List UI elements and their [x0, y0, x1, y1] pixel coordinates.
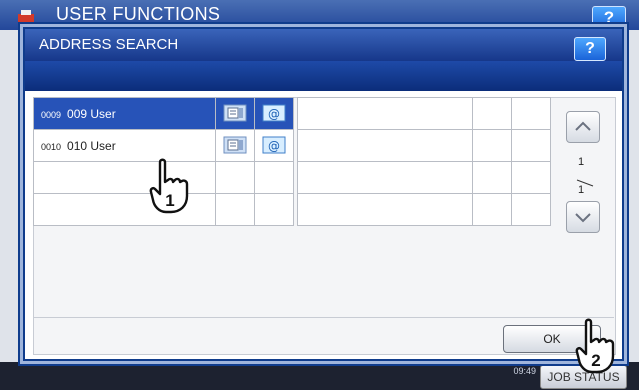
list-row [297, 129, 551, 162]
scroll-up-button[interactable] [566, 111, 600, 143]
fax-cell[interactable] [215, 161, 255, 194]
svg-text:@: @ [268, 139, 280, 153]
result-name-cell[interactable]: 0009 009 User [33, 97, 216, 130]
email-cell[interactable] [254, 161, 294, 194]
dialog-title-bar: ADDRESS SEARCH ? [25, 29, 622, 61]
divider [33, 317, 614, 318]
result-row[interactable]: 0009 009 User @ [33, 97, 294, 130]
result-name: 010 User [67, 138, 116, 153]
svg-text:@: @ [268, 107, 280, 121]
fax-cell[interactable] [215, 97, 255, 130]
result-name: 009 User [67, 106, 116, 121]
page-total: 1 [578, 184, 585, 196]
fax-cell[interactable] [215, 193, 255, 226]
result-number: 0009 [41, 109, 62, 120]
step-1-hand-icon: 1 [149, 158, 189, 214]
app-title: USER FUNCTIONS [56, 4, 221, 24]
fax-cell[interactable] [215, 129, 255, 162]
page-current: 1 [578, 156, 585, 168]
step-2-hand-icon: 2 [575, 318, 615, 374]
chevron-up-icon [575, 121, 591, 131]
email-cell[interactable]: @ [254, 97, 294, 130]
fax-icon [223, 136, 247, 154]
dialog-help-button[interactable]: ? [574, 37, 606, 61]
result-number: 0010 [41, 141, 62, 152]
dialog-header-band [25, 61, 622, 91]
list-row [297, 161, 551, 194]
printer-icon [18, 10, 34, 22]
list-row [297, 97, 551, 130]
address-search-dialog: ADDRESS SEARCH ? 0009 009 User @0010 010 Us… [23, 27, 624, 361]
step-1-label: 1 [165, 191, 174, 210]
results-list-right [297, 97, 551, 226]
clock: 09:49 [513, 366, 536, 376]
scroll-down-button[interactable] [566, 201, 600, 233]
fax-icon [223, 104, 247, 122]
step-2-label: 2 [591, 351, 600, 370]
app-title-bar: USER FUNCTIONS ? [0, 0, 639, 30]
email-icon: @ [262, 104, 286, 122]
email-cell[interactable] [254, 193, 294, 226]
result-name-cell[interactable]: 0010 010 User [33, 129, 216, 162]
dialog-title: ADDRESS SEARCH [39, 36, 179, 53]
chevron-down-icon [575, 213, 591, 223]
list-row [297, 193, 551, 226]
email-icon: @ [262, 136, 286, 154]
result-row[interactable]: 0010 010 User @ [33, 129, 294, 162]
email-cell[interactable]: @ [254, 129, 294, 162]
